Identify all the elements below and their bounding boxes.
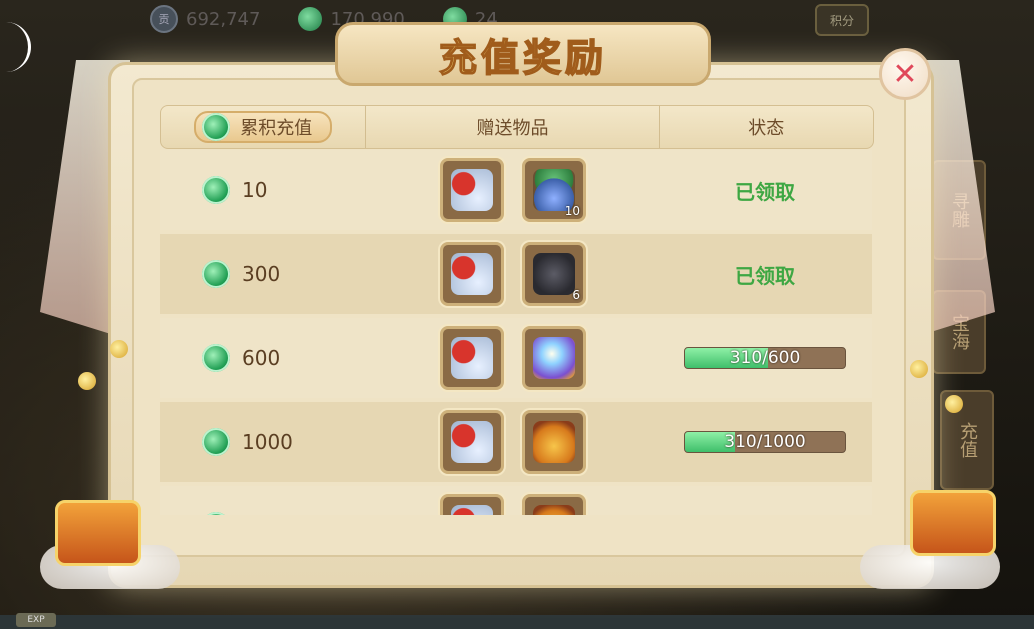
items-cell bbox=[365, 410, 658, 474]
reward-row: 600 310/600 bbox=[160, 318, 872, 398]
reward-row: 1000 310/1000 bbox=[160, 402, 872, 482]
item-slot[interactable]: 6 bbox=[522, 242, 586, 306]
item-slot[interactable] bbox=[522, 494, 586, 515]
status-cell: 310/600 bbox=[658, 347, 872, 369]
item-slot[interactable] bbox=[522, 410, 586, 474]
gold-lucky-bag-icon bbox=[533, 421, 575, 463]
items-cell: 10 bbox=[365, 158, 658, 222]
silver-coins-bag-icon bbox=[451, 169, 493, 211]
amount-value: 1000 bbox=[242, 430, 293, 454]
amount-cell: 10 bbox=[160, 176, 365, 204]
status-cell: 310/1000 bbox=[658, 431, 872, 453]
cumulative-pill: 累积充值 bbox=[194, 111, 333, 143]
gold-coin-icon bbox=[945, 395, 963, 413]
progress-label: 310/600 bbox=[729, 348, 801, 368]
treasure-chest-icon bbox=[910, 490, 996, 556]
contribution-amount: 692,747 bbox=[186, 8, 261, 30]
item-slot[interactable] bbox=[440, 494, 504, 515]
items-cell: 6 bbox=[365, 242, 658, 306]
red-bag-icon bbox=[533, 505, 575, 515]
resource-gongxian: 贡 692,747 bbox=[150, 5, 260, 33]
amount-cell bbox=[160, 512, 365, 515]
items-cell bbox=[365, 494, 658, 515]
item-slot[interactable]: 10 bbox=[522, 158, 586, 222]
silver-coins-bag-icon bbox=[451, 505, 493, 515]
claimed-status: 已领取 bbox=[735, 179, 795, 204]
jade-icon bbox=[202, 344, 230, 372]
amount-value: 10 bbox=[242, 178, 268, 202]
silver-icon bbox=[298, 7, 323, 31]
item-slot[interactable] bbox=[440, 242, 504, 306]
header-gift-items: 赠送物品 bbox=[366, 106, 660, 148]
header-cumulative-label: 累积充值 bbox=[240, 118, 313, 139]
jade-icon bbox=[202, 176, 230, 204]
crystal-orb-icon bbox=[533, 337, 575, 379]
gold-coin-icon bbox=[910, 360, 928, 378]
status-cell: 已领取 bbox=[658, 176, 872, 205]
amount-cell: 1000 bbox=[160, 428, 365, 456]
jade-icon bbox=[202, 113, 231, 141]
table-header: 累积充值 赠送物品 状态 bbox=[160, 105, 874, 149]
close-icon: ✕ bbox=[892, 56, 918, 92]
item-slot[interactable] bbox=[440, 158, 504, 222]
reward-list[interactable]: 10 10 已领取 300 6 已领取 600 310/600 1000 310… bbox=[160, 150, 872, 515]
progress-label: 310/1000 bbox=[724, 432, 806, 452]
progress-bar: 310/1000 bbox=[684, 431, 846, 453]
dark-stone-icon bbox=[533, 253, 575, 295]
progress-bar: 310/600 bbox=[684, 347, 846, 369]
silver-coins-bag-icon bbox=[451, 253, 493, 295]
jade-icon bbox=[202, 512, 230, 515]
item-slot[interactable] bbox=[440, 326, 504, 390]
item-quantity: 10 bbox=[564, 204, 580, 218]
header-status: 状态 bbox=[748, 118, 785, 139]
gold-coin-icon bbox=[78, 372, 96, 390]
claimed-status: 已领取 bbox=[735, 263, 795, 288]
reward-row-partial bbox=[160, 486, 872, 515]
amount-value: 600 bbox=[242, 346, 281, 370]
header-cumulative: 累积充值 bbox=[161, 106, 367, 148]
treasure-chest-icon bbox=[55, 500, 141, 566]
item-slot[interactable] bbox=[440, 410, 504, 474]
items-cell bbox=[365, 326, 658, 390]
reward-row: 300 6 已领取 bbox=[160, 234, 872, 314]
contribution-coin-icon: 贡 bbox=[150, 5, 178, 33]
amount-cell: 600 bbox=[160, 344, 365, 372]
jade-icon bbox=[202, 428, 230, 456]
close-button[interactable]: ✕ bbox=[879, 48, 931, 100]
item-quantity: 6 bbox=[572, 288, 580, 302]
reward-row: 10 10 已领取 bbox=[160, 150, 872, 230]
silver-coins-bag-icon bbox=[451, 337, 493, 379]
item-slot[interactable] bbox=[522, 326, 586, 390]
dialog-title-plate: 充值奖励 bbox=[335, 22, 711, 86]
status-cell: 已领取 bbox=[658, 260, 872, 289]
exp-label: EXP bbox=[16, 613, 56, 627]
amount-value: 300 bbox=[242, 262, 281, 286]
dialog-title: 充值奖励 bbox=[438, 34, 607, 81]
amount-cell: 300 bbox=[160, 260, 365, 288]
silver-coins-bag-icon bbox=[451, 421, 493, 463]
bottom-exp-strip bbox=[0, 615, 1034, 629]
jade-icon bbox=[202, 260, 230, 288]
score-button[interactable]: 积分 bbox=[815, 4, 869, 36]
gold-coin-icon bbox=[110, 340, 128, 358]
